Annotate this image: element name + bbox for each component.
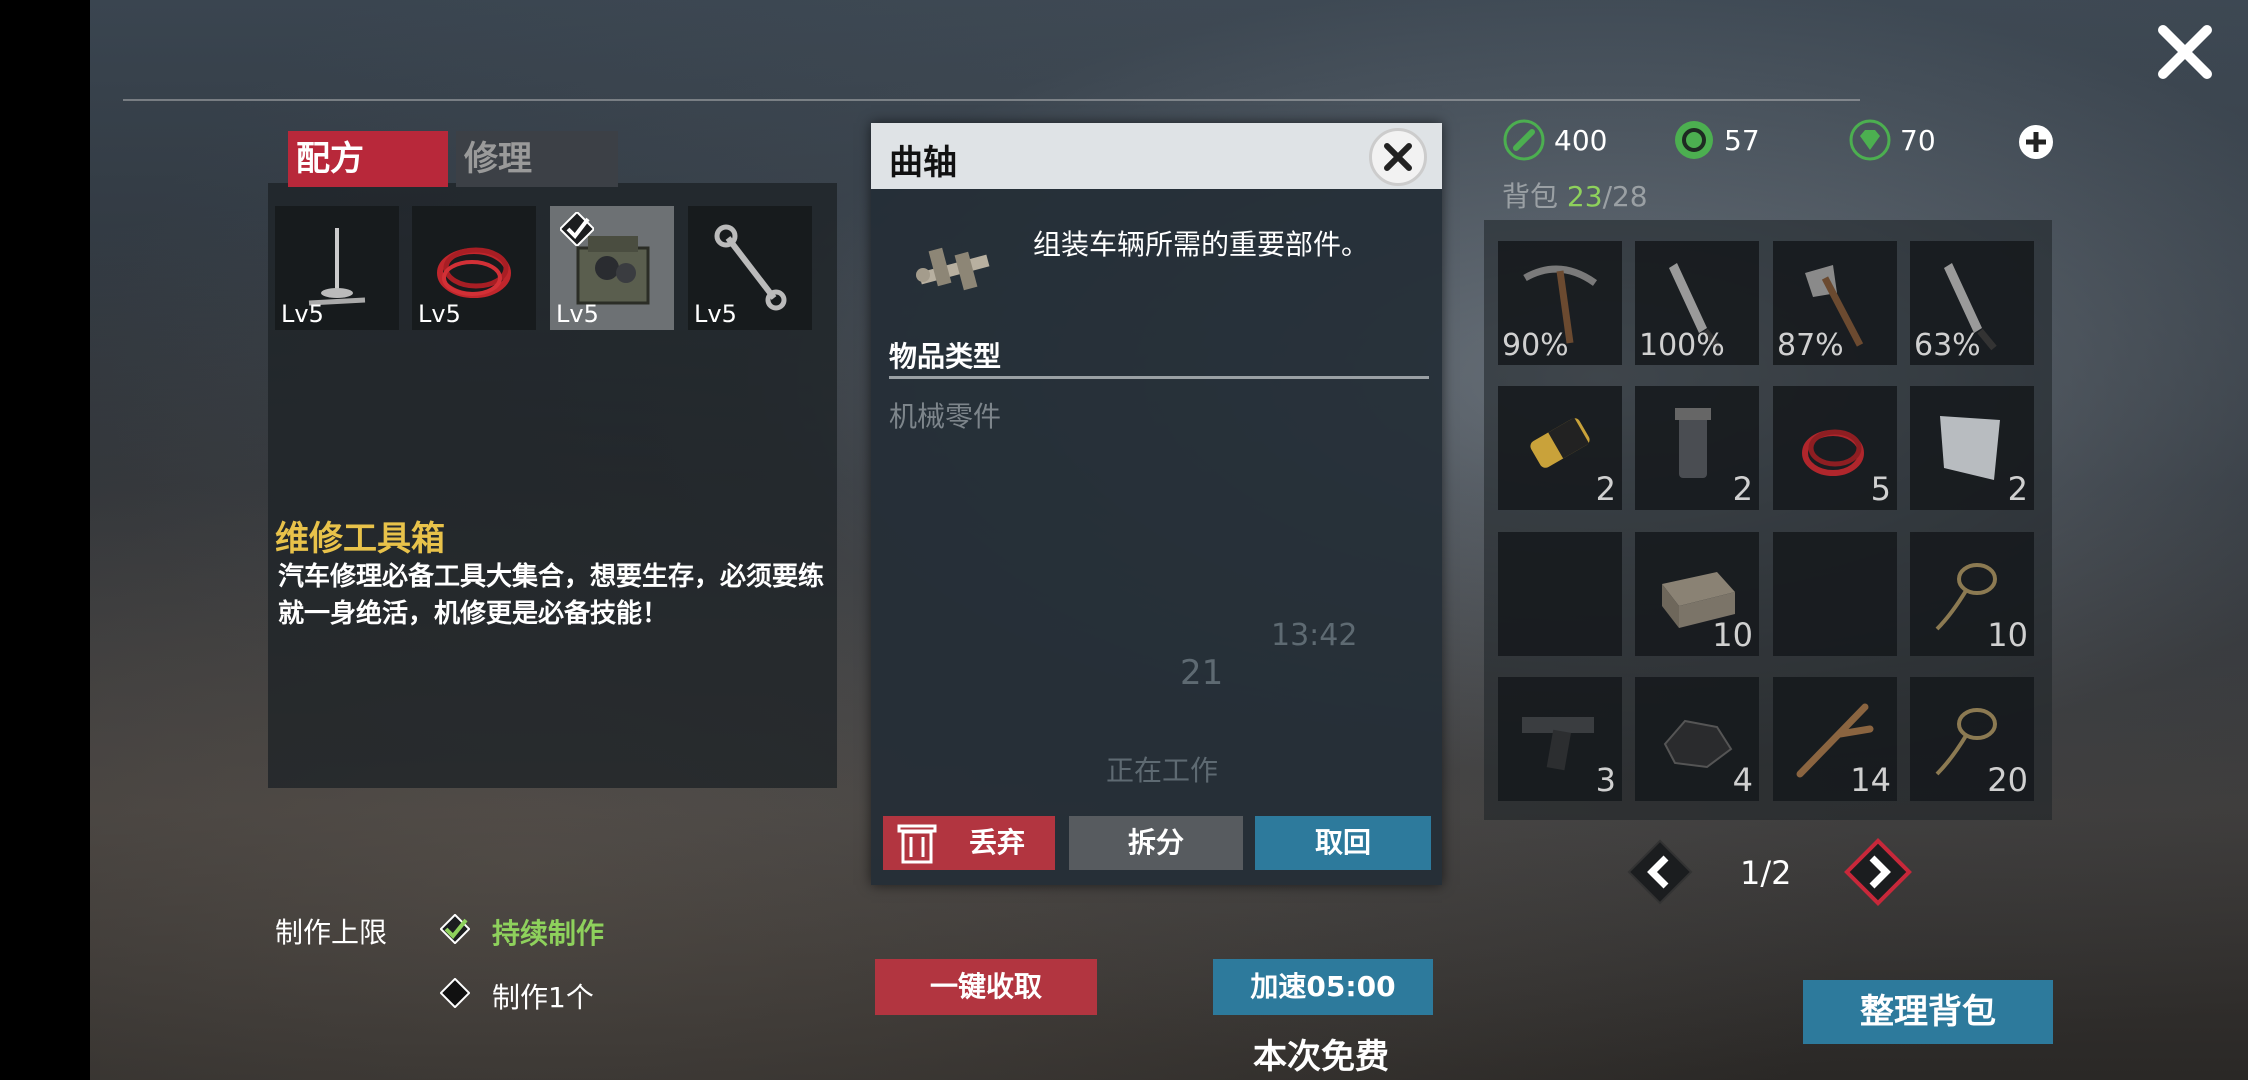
- craft-limit-label: 制作上限: [275, 916, 388, 949]
- continuous-craft-label: 持续制作: [492, 917, 605, 950]
- recipe-description: 汽车修理必备工具大集合，想要生存，必须要练就一身绝活，机修更是必备技能！: [278, 562, 825, 629]
- speed-up-button[interactable]: 加速05:00: [1213, 959, 1433, 1015]
- inventory-slot[interactable]: 10: [1635, 532, 1759, 656]
- modal-description: 组装车辆所需的重要部件。: [1033, 228, 1370, 261]
- split-button[interactable]: 拆分: [1069, 816, 1243, 870]
- modal-header: 曲轴: [871, 123, 1442, 189]
- inventory-slot[interactable]: 2: [1910, 386, 2034, 510]
- quantity: 2: [1595, 470, 1616, 508]
- inventory-slot[interactable]: 20: [1910, 677, 2034, 801]
- quantity: 3: [1595, 761, 1616, 799]
- quantity: 2: [1732, 470, 1753, 508]
- inventory-slot[interactable]: 2: [1635, 386, 1759, 510]
- recipe-title: 维修工具箱: [275, 519, 445, 559]
- free-note: 本次免费: [1253, 1037, 1389, 1077]
- quantity: 2: [2007, 470, 2028, 508]
- recipe-slot-wrench[interactable]: Lv5: [688, 206, 812, 330]
- quantity: 10: [1712, 616, 1753, 654]
- inventory-slot-empty[interactable]: [1773, 532, 1897, 656]
- top-divider: [123, 99, 1860, 101]
- durability: 63%: [1914, 328, 1981, 363]
- durability: 90%: [1502, 328, 1569, 363]
- page-indicator: 1/2: [1740, 854, 1792, 892]
- quantity: 20: [1987, 761, 2028, 799]
- modal-close-icon[interactable]: [1369, 128, 1427, 186]
- gears-value: 57: [1724, 124, 1760, 157]
- bag-capacity: 背包 23/28: [1502, 175, 1648, 215]
- diamond-icon: [1849, 119, 1891, 161]
- quantity: 10: [1987, 616, 2028, 654]
- crankshaft-icon: [916, 247, 990, 291]
- recipe-level: Lv5: [418, 300, 461, 328]
- inventory-slot[interactable]: 100%: [1635, 241, 1759, 365]
- background-count: 21: [1180, 653, 1224, 693]
- checkbox-checked-icon: [440, 914, 470, 944]
- inventory-slot[interactable]: 10: [1910, 532, 2034, 656]
- parts-value: 400: [1554, 124, 1608, 157]
- craft-one-label: 制作1个: [492, 981, 594, 1014]
- wrench-coin-icon: [1503, 119, 1545, 161]
- selected-check-icon: [560, 212, 594, 246]
- inventory-slot[interactable]: 3: [1498, 677, 1622, 801]
- checkbox-unchecked-icon: [440, 978, 470, 1008]
- durability: 100%: [1639, 328, 1725, 363]
- continuous-craft-option[interactable]: 持续制作: [440, 912, 604, 952]
- quantity: 5: [1870, 470, 1891, 508]
- inventory-slot[interactable]: 5: [1773, 386, 1897, 510]
- bag-label: 背包: [1502, 180, 1559, 213]
- item-detail-modal: 21 13:42 正在工作 曲轴 组装车辆所需的重要部件。 物品类型 机械零件 …: [871, 123, 1442, 885]
- inventory-slot[interactable]: 90%: [1498, 241, 1622, 365]
- inventory-slot[interactable]: 2: [1498, 386, 1622, 510]
- diamonds-value: 70: [1900, 124, 1936, 157]
- inventory-slot-empty[interactable]: [1498, 532, 1622, 656]
- recipe-slot-toolbox[interactable]: Lv5: [550, 206, 674, 330]
- item-type-label: 物品类型: [889, 340, 1002, 373]
- bag-max: /28: [1602, 180, 1648, 213]
- sort-bag-button[interactable]: 整理背包: [1803, 980, 2053, 1044]
- discard-button[interactable]: 丢弃: [883, 816, 1055, 870]
- trash-icon: [897, 824, 937, 864]
- retrieve-button[interactable]: 取回: [1255, 816, 1431, 870]
- inventory-slot[interactable]: 4: [1635, 677, 1759, 801]
- next-page-icon[interactable]: [1842, 836, 1914, 908]
- recipe-level: Lv5: [556, 300, 599, 328]
- previous-page-icon[interactable]: [1624, 836, 1696, 908]
- durability: 87%: [1777, 328, 1844, 363]
- recipe-level: Lv5: [281, 300, 324, 328]
- collect-all-button[interactable]: 一键收取: [875, 959, 1097, 1015]
- craft-one-option[interactable]: 制作1个: [440, 976, 594, 1016]
- modal-title: 曲轴: [889, 143, 957, 183]
- recipe-slot-wire[interactable]: Lv5: [412, 206, 536, 330]
- discard-label: 丢弃: [968, 826, 1025, 859]
- modal-divider: [889, 376, 1429, 379]
- inventory-slot[interactable]: 87%: [1773, 241, 1897, 365]
- background-status: 正在工作: [1106, 754, 1219, 787]
- quantity: 14: [1850, 761, 1891, 799]
- background-timer: 13:42: [1271, 618, 1358, 653]
- inventory-slot[interactable]: 63%: [1910, 241, 2034, 365]
- tab-recipe[interactable]: 配方: [288, 131, 448, 187]
- recipe-slot-nail[interactable]: Lv5: [275, 206, 399, 330]
- recipe-level: Lv5: [694, 300, 737, 328]
- close-icon[interactable]: [2155, 22, 2215, 82]
- plus-icon[interactable]: [2017, 123, 2055, 161]
- quantity: 4: [1732, 761, 1753, 799]
- tab-repair[interactable]: 修理: [456, 131, 618, 187]
- item-type-value: 机械零件: [889, 400, 1002, 433]
- gear-coin-icon: [1675, 121, 1713, 159]
- bag-current: 23: [1566, 180, 1603, 213]
- inventory-slot[interactable]: 14: [1773, 677, 1897, 801]
